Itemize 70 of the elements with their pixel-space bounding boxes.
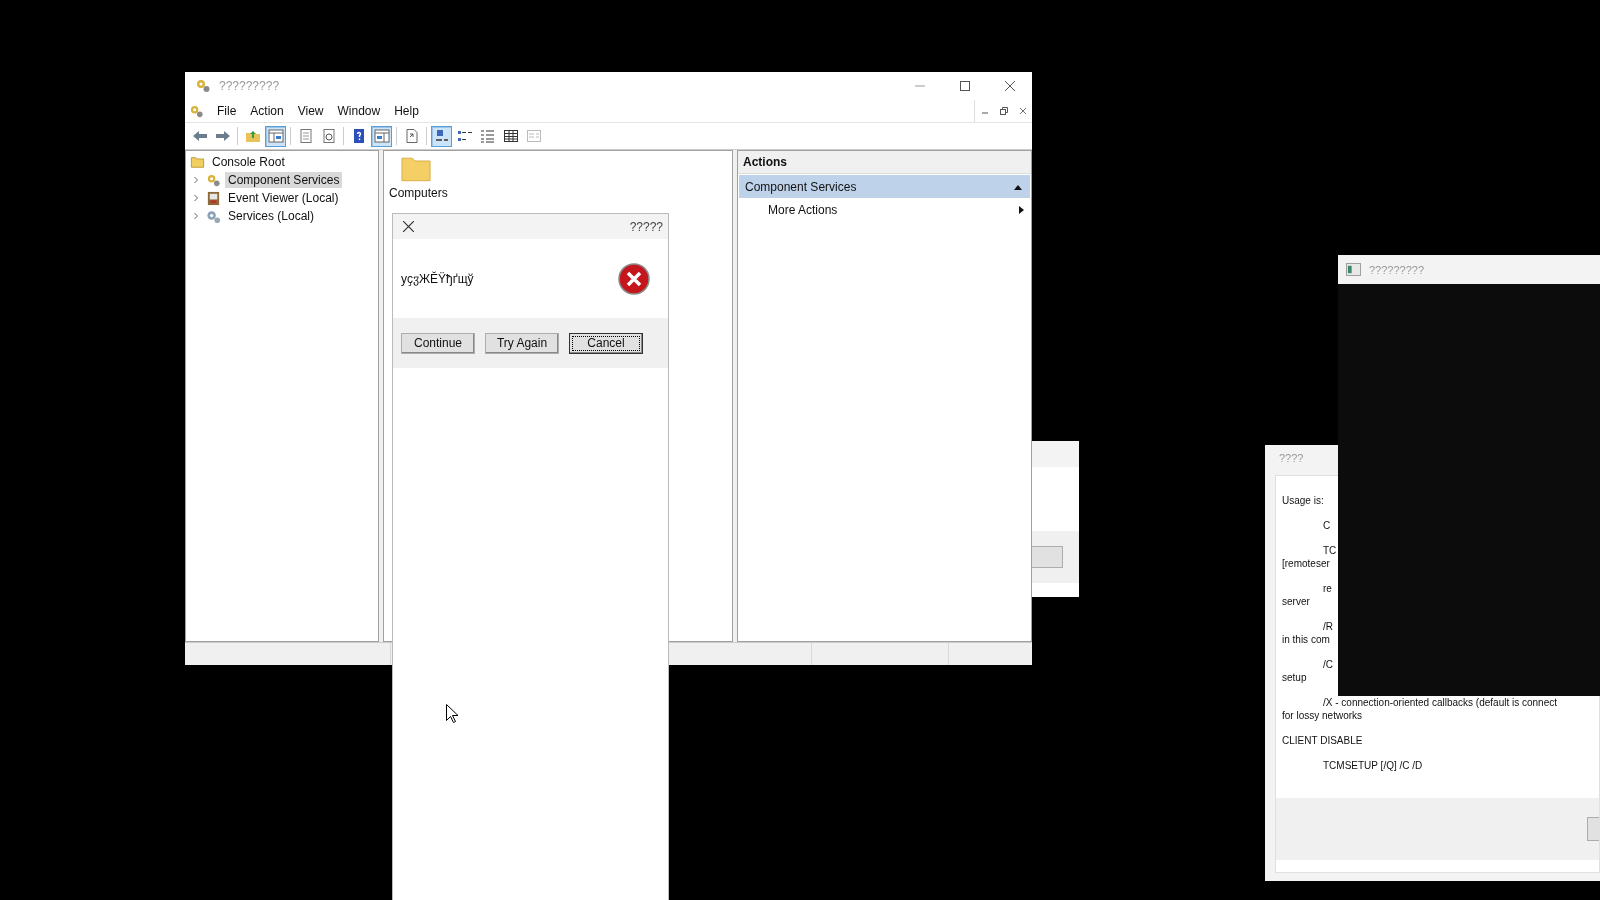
document-icon (403, 128, 420, 144)
usage-text: re (1322, 582, 1333, 595)
pane-icon (373, 128, 390, 144)
log-book-icon (206, 190, 221, 206)
usage-text: setup (1282, 671, 1308, 684)
table-icon (525, 128, 542, 144)
usage-text: for lossy networks (1282, 709, 1364, 722)
menu-item[interactable]: Action (243, 102, 291, 120)
component-icon (206, 172, 221, 188)
usage-text: Usage is: (1282, 494, 1325, 507)
close-icon (1018, 106, 1027, 115)
chevron-icon[interactable] (192, 212, 200, 220)
back-arrow-icon (191, 128, 208, 144)
dialog-button[interactable]: Cancel (569, 332, 643, 354)
usage-text: TC (1322, 544, 1338, 557)
maximize-icon (959, 81, 970, 91)
usage-text: C (1322, 519, 1332, 532)
window-title: ???? (1279, 452, 1304, 464)
tree-item[interactable]: Services (Local) (225, 208, 318, 224)
folder-up-icon (244, 128, 261, 144)
group-title: Component Services (745, 179, 858, 194)
tree-item[interactable]: Event Viewer (Local) (225, 190, 342, 206)
error-icon (618, 262, 650, 295)
usage-text: /X - connection-oriented callbacks (default is connect (1322, 696, 1558, 709)
large-icons-view-icon (433, 128, 450, 144)
document-icon (320, 128, 337, 144)
dialog-button[interactable]: Continue (401, 332, 475, 354)
usage-text: [remoteser (1282, 557, 1331, 570)
usage-text: /C (1322, 658, 1334, 671)
small-icons-view-icon (456, 128, 473, 144)
table-icon (502, 128, 519, 144)
tree-item[interactable]: Console Root (209, 154, 288, 170)
list-view-icon (479, 128, 496, 144)
actions-group-header[interactable]: Component Services (739, 175, 1030, 198)
gear-icon (206, 208, 221, 224)
app-icon (189, 103, 204, 119)
close-icon[interactable] (403, 221, 414, 232)
chevron-icon[interactable] (192, 176, 200, 184)
app-icon (195, 78, 211, 94)
tree-item[interactable]: Component Services (225, 172, 343, 188)
toolbar-button[interactable] (431, 125, 452, 147)
dialog-title: ????? (629, 219, 663, 234)
folder-icon (190, 155, 205, 169)
actions-header: Actions (738, 151, 1031, 174)
action-link[interactable]: More Actions (768, 202, 1019, 217)
usage-text: CLIENT DISABLE (1282, 734, 1364, 747)
restore-icon (999, 106, 1008, 115)
terminal-icon (1346, 263, 1361, 276)
collapse-icon (1014, 183, 1022, 190)
menu-item[interactable]: Window (330, 102, 388, 120)
document-icon (297, 128, 314, 144)
submenu-arrow-icon (1019, 205, 1024, 214)
folder-icon (401, 155, 431, 182)
usage-text: TCMSETUP [/Q] /C /D (1322, 759, 1424, 772)
usage-text: server (1282, 595, 1311, 608)
pane-icon (267, 128, 284, 144)
menu-item[interactable]: View (290, 102, 331, 120)
forward-arrow-icon (214, 128, 231, 144)
close-icon (1004, 81, 1015, 91)
usage-text: /R (1322, 620, 1334, 633)
cursor-icon (446, 704, 458, 723)
window-title: ????????? (1369, 263, 1425, 276)
chevron-icon[interactable] (192, 194, 200, 202)
menu-item[interactable]: File (210, 102, 244, 120)
usage-text: in this com (1282, 633, 1331, 646)
menu-item[interactable]: Help (387, 102, 426, 120)
folder-label[interactable]: Computers (389, 186, 448, 200)
error-message: уҫჳЖĔŸђґщў (401, 271, 474, 286)
window-title: ????????? (219, 79, 280, 93)
dialog-button[interactable]: Try Again (485, 332, 559, 354)
